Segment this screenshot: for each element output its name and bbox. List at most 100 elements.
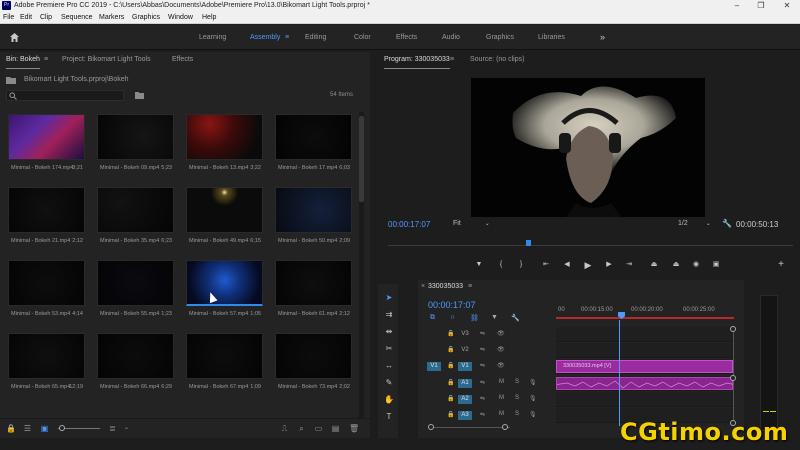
clip-item[interactable]: Minimal - Bokeh 57.mp4 1;05 xyxy=(186,260,263,317)
clip-item[interactable]: Minimal - Bokeh 35.mp4 6;23 xyxy=(97,187,174,244)
time-ruler[interactable]: 00 00:00:15:00 00:00:20:00 00:00:25:00 xyxy=(556,304,734,319)
clip-thumbnail[interactable] xyxy=(275,114,352,160)
settings-wrench-icon[interactable]: 🔧 xyxy=(722,219,732,228)
add-marker-icon[interactable]: ▼ xyxy=(474,260,484,270)
workspace-learning[interactable]: Learning xyxy=(199,25,226,50)
track-lane-v2[interactable] xyxy=(556,343,733,358)
sort-icons-icon[interactable]: ≣ xyxy=(108,424,117,433)
menu-sequence[interactable]: Sequence xyxy=(61,11,93,24)
clip-thumbnail[interactable] xyxy=(8,187,85,233)
v-scroll-mid-handle[interactable] xyxy=(730,375,736,381)
program-playhead[interactable] xyxy=(525,240,531,246)
clip-item[interactable]: Minimal - Bokeh 73.mp4 2;02 xyxy=(275,333,352,390)
type-tool-icon[interactable]: T xyxy=(384,412,394,422)
lock-track-icon[interactable]: 🔒 xyxy=(447,346,454,353)
clip-thumbnail[interactable] xyxy=(97,333,174,379)
solo-button[interactable]: S xyxy=(515,379,519,385)
sync-lock-icon[interactable]: ⇋ xyxy=(480,411,485,418)
menu-graphics[interactable]: Graphics xyxy=(132,11,160,24)
sync-lock-icon[interactable]: ⇋ xyxy=(480,362,485,369)
program-scrubber[interactable] xyxy=(388,240,793,248)
video-clip[interactable]: 330035033.mp4 [V] xyxy=(556,360,733,373)
voiceover-mic-icon[interactable]: 🎙 xyxy=(529,395,537,402)
lock-track-icon[interactable]: 🔒 xyxy=(447,395,454,402)
workspace-libraries[interactable]: Libraries xyxy=(538,25,565,50)
play-icon[interactable]: ▶ xyxy=(583,260,593,270)
clip-thumbnail[interactable] xyxy=(97,187,174,233)
tab-program[interactable]: Program: 330035033 xyxy=(384,52,450,69)
linked-selection-icon[interactable]: ⛓ xyxy=(470,314,479,322)
go-to-in-icon[interactable]: ⇤ xyxy=(541,260,551,270)
new-search-bin-icon[interactable] xyxy=(135,91,144,99)
clip-item[interactable]: Minimal - Bokeh 53.mp4 4;14 xyxy=(8,260,85,317)
v-scroll-top-handle[interactable] xyxy=(730,326,736,332)
timeline-timecode[interactable]: 00:00:17:07 xyxy=(428,300,476,310)
snap-icon[interactable]: ∩ xyxy=(450,314,455,321)
new-bin-icon[interactable]: ▭ xyxy=(314,424,323,433)
step-back-icon[interactable]: ◀ xyxy=(562,260,572,270)
icon-view-icon[interactable]: ▣ xyxy=(40,424,49,433)
voiceover-mic-icon[interactable]: 🎙 xyxy=(529,411,537,418)
clip-thumbnail[interactable] xyxy=(275,260,352,306)
close-sequence-icon[interactable]: × xyxy=(421,283,425,290)
list-view-icon[interactable]: ☰ xyxy=(23,424,32,433)
tab-project[interactable]: Project: Bikomart Light Tools xyxy=(62,52,151,68)
tab-effects[interactable]: Effects xyxy=(172,52,193,68)
workspace-graphics[interactable]: Graphics xyxy=(486,25,514,50)
clip-item[interactable]: Minimal - Bokeh 67.mp4 1;09 xyxy=(186,333,263,390)
track-select-tool-icon[interactable]: ⇉ xyxy=(384,310,394,320)
clip-thumbnail[interactable] xyxy=(8,260,85,306)
clip-item[interactable]: Minimal - Bokeh 65.mp4 12;19 xyxy=(8,333,85,390)
timeline-h-scrollbar[interactable] xyxy=(430,427,510,428)
toggle-output-eye-icon[interactable]: 👁 xyxy=(497,346,505,353)
clear-icon[interactable]: 🗑 xyxy=(349,424,359,433)
add-marker-timeline-icon[interactable]: ▼ xyxy=(491,314,498,321)
mute-button[interactable]: M xyxy=(499,379,504,385)
solo-button[interactable]: S xyxy=(515,395,519,401)
lock-track-icon[interactable]: 🔒 xyxy=(447,411,454,418)
clip-thumbnail[interactable] xyxy=(8,114,85,160)
maximize-button[interactable]: ❐ xyxy=(750,0,772,11)
tab-program-menu-icon[interactable]: ≡ xyxy=(450,52,454,68)
menu-help[interactable]: Help xyxy=(202,11,216,24)
solo-button[interactable]: S xyxy=(515,411,519,417)
workspace-menu-icon[interactable]: ≡ xyxy=(285,25,289,50)
sync-lock-icon[interactable]: ⇋ xyxy=(480,395,485,402)
sync-lock-icon[interactable]: ⇋ xyxy=(480,330,485,337)
clip-thumbnail[interactable] xyxy=(186,187,263,233)
mute-button[interactable]: M xyxy=(499,395,504,401)
lock-track-icon[interactable]: 🔒 xyxy=(447,362,454,369)
mark-in-icon[interactable]: { xyxy=(496,260,506,270)
menu-clip[interactable]: Clip xyxy=(40,11,52,24)
new-item-icon[interactable]: ▤ xyxy=(331,424,340,433)
pen-tool-icon[interactable]: ✎ xyxy=(384,378,394,388)
clip-item[interactable]: Minimal - Bokeh 66.mp4 6;29 xyxy=(97,333,174,390)
sort-dropdown-icon[interactable]: ⌄ xyxy=(122,424,131,433)
resolution-select[interactable]: 1/2 ⌄ xyxy=(678,220,711,227)
track-label-v3[interactable]: V3 xyxy=(458,330,472,339)
track-label-v2[interactable]: V2 xyxy=(458,346,472,355)
razor-tool-icon[interactable]: ✂ xyxy=(384,344,394,354)
find-icon[interactable]: ⌕ xyxy=(297,424,306,433)
program-current-timecode[interactable]: 00:00:17:07 xyxy=(388,220,430,229)
workspace-audio[interactable]: Audio xyxy=(442,25,460,50)
menu-file[interactable]: File xyxy=(3,11,14,24)
menu-window[interactable]: Window xyxy=(168,11,193,24)
h-scroll-right-handle[interactable] xyxy=(502,424,508,430)
clip-item[interactable]: Minimal - Bokeh 09.mp4 5;23 xyxy=(97,114,174,171)
extract-icon[interactable]: ⏏ xyxy=(671,260,681,270)
project-scrollbar[interactable] xyxy=(359,112,364,422)
automate-to-sequence-icon[interactable]: ⎍ xyxy=(280,424,289,433)
toggle-output-eye-icon[interactable]: 👁 xyxy=(497,362,505,369)
selection-tool-icon[interactable]: ➤ xyxy=(384,293,394,303)
clip-item[interactable]: Minimal - Bokeh 13.mp4 3;22 xyxy=(186,114,263,171)
scrollbar-handle[interactable] xyxy=(359,116,364,202)
workspace-effects[interactable]: Effects xyxy=(396,25,417,50)
clip-item[interactable]: Minimal - Bokeh 21.mp4 2;12 xyxy=(8,187,85,244)
clip-thumbnail[interactable] xyxy=(97,260,174,306)
menu-markers[interactable]: Markers xyxy=(99,11,124,24)
audio-clip[interactable] xyxy=(556,377,734,390)
zoom-slider-handle[interactable] xyxy=(59,425,65,431)
home-icon[interactable] xyxy=(9,32,20,43)
sequence-tab[interactable]: 330035033 xyxy=(428,283,463,290)
